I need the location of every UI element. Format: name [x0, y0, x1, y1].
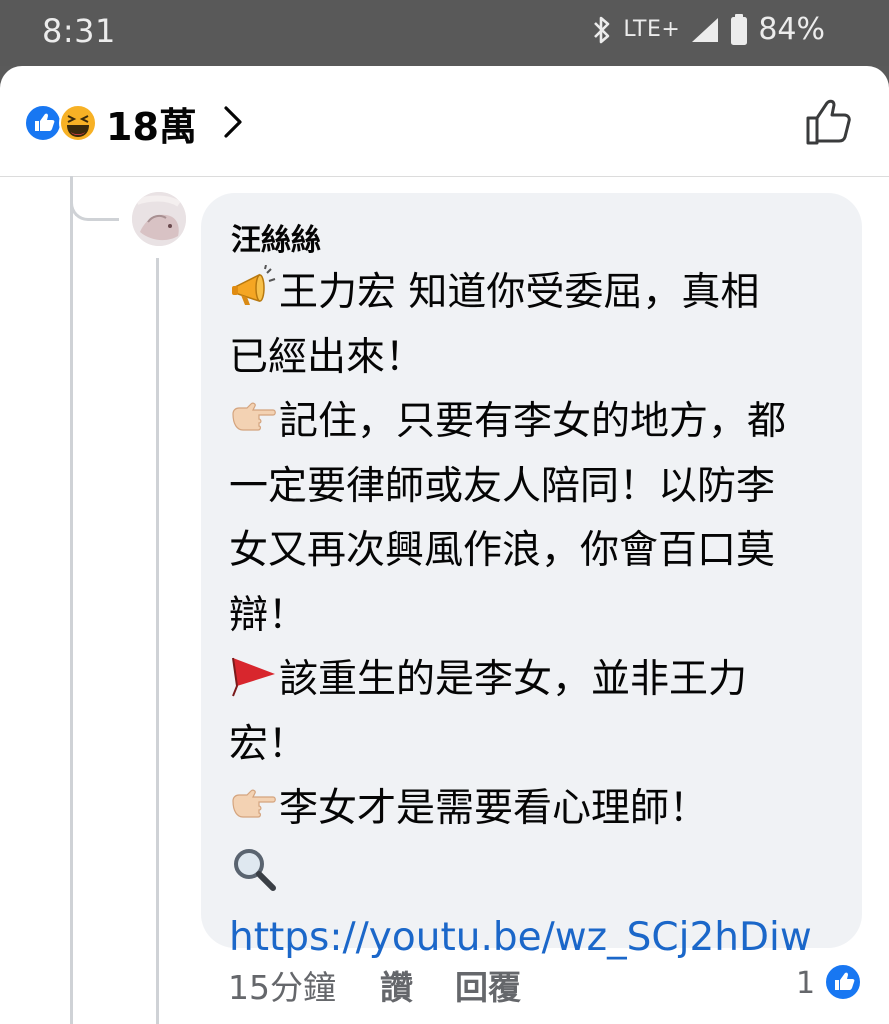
comment-text: 辯！ [229, 592, 308, 638]
like-reaction-icon [24, 104, 62, 142]
network-type: LTE+ [623, 17, 681, 42]
comment-bubble[interactable]: 汪絲絲 王力宏 知道你受委屈，真相 已經出來！ 記住，只要有李女的地方，都 一定… [201, 193, 862, 960]
avatar[interactable] [132, 192, 186, 246]
comment-line: 記住，只要有李女的地方，都 [229, 390, 849, 455]
pointing-right-icon [229, 394, 279, 440]
comment-text: 女又再次興風作浪，你會百口莫 [229, 528, 776, 573]
like-badge-icon[interactable] [824, 963, 862, 1001]
thread-branch [70, 186, 119, 221]
comment-time: 15分鐘 [228, 968, 336, 1007]
reply-button[interactable]: 回覆 [455, 968, 521, 1007]
magnifying-glass-icon [229, 846, 279, 892]
thread-line-inner [156, 258, 159, 1024]
signal-icon [692, 17, 719, 42]
comments-sheet: 18萬 汪絲絲 王力宏 知道你受委屈，真相 已經出來！ 記住，只要有李女的地方，… [0, 66, 889, 1024]
megaphone-icon [229, 264, 279, 311]
comment-text: 已經出來！ [229, 334, 425, 380]
comment-author[interactable]: 汪絲絲 [231, 215, 321, 259]
comment-text: 記住，只要有李女的地方，都 [279, 399, 787, 444]
status-icons: LTE+ 84% [591, 12, 825, 47]
comment-actions: 15分鐘 讚 回覆 [228, 961, 563, 1009]
comment-text: 王力宏 知道你受委屈，真相 [279, 270, 760, 315]
comment-text: 李女才是需要看心理師！ [279, 786, 709, 831]
comment-like-count[interactable]: 1 [796, 966, 815, 1001]
status-time: 8:31 [42, 12, 116, 50]
comment-text: 一定要律師或友人陪同！以防李 [229, 463, 776, 509]
bluetooth-icon [594, 16, 610, 43]
reactions-header: 18萬 [0, 66, 889, 177]
battery-level: 84% [758, 12, 825, 47]
reactions-summary[interactable] [24, 104, 100, 142]
comment-line [229, 842, 849, 907]
comment-text: 該重生的是李女，並非王力 [279, 657, 748, 702]
comment-line: 李女才是需要看心理師！ [229, 777, 849, 842]
haha-reaction-icon [59, 104, 97, 142]
comment-line: 王力宏 知道你受委屈，真相 [229, 261, 849, 326]
thread-line-outer [70, 176, 73, 1024]
comment-line: 該重生的是李女，並非王力 [229, 648, 849, 713]
comment-body: 王力宏 知道你受委屈，真相 已經出來！ 記住，只要有李女的地方，都 一定要律師或… [229, 261, 849, 971]
status-bar: 8:31 LTE+ 84% [0, 0, 889, 66]
chevron-right-icon[interactable] [214, 102, 250, 142]
comment-text: 宏！ [229, 721, 308, 767]
reaction-count[interactable]: 18萬 [106, 96, 197, 151]
pointing-right-icon [229, 781, 279, 827]
like-button[interactable]: 讚 [380, 968, 413, 1007]
red-flag-icon [229, 652, 279, 698]
like-outline-icon[interactable] [805, 96, 853, 146]
battery-icon [731, 13, 748, 45]
